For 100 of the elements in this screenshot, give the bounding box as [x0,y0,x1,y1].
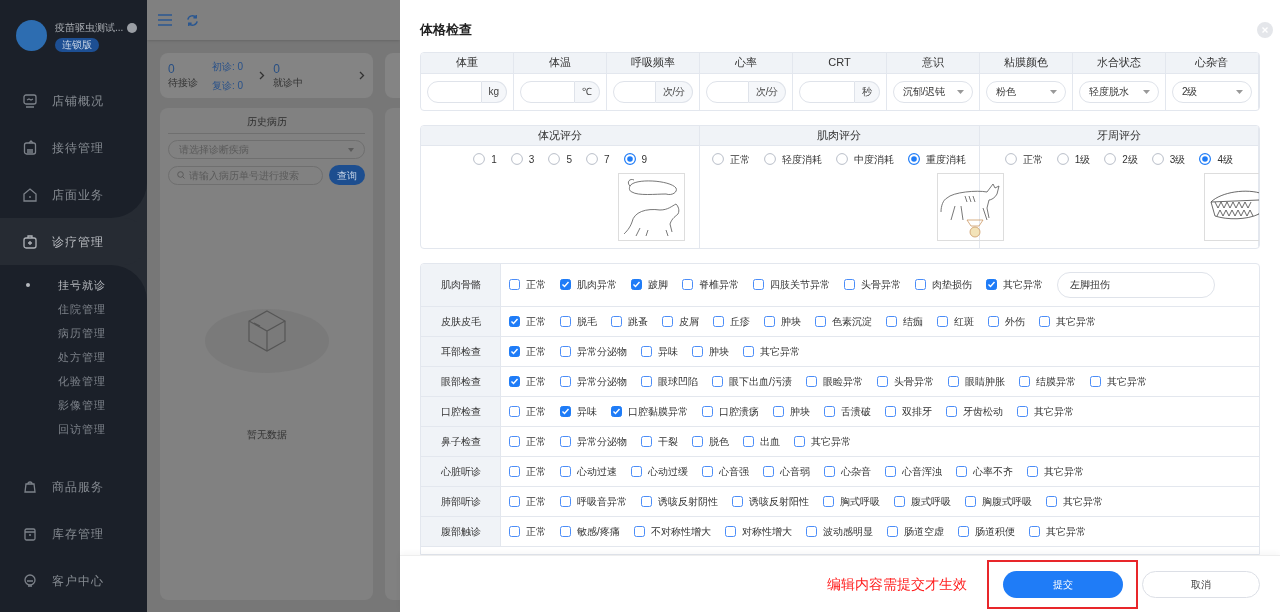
checkbox[interactable] [773,405,784,417]
option-label[interactable]: 正常 [526,463,546,479]
option-label[interactable]: 口腔溃疡 [719,403,759,419]
checkbox[interactable] [965,495,976,507]
checkbox[interactable] [1046,495,1057,507]
sidebar-item[interactable]: 店铺概况 [0,77,147,124]
checkbox[interactable] [509,405,520,417]
checkbox[interactable] [692,435,703,447]
option-label[interactable]: 腹式呼吸 [911,493,951,509]
checkbox[interactable] [509,525,520,537]
checkbox[interactable] [641,495,652,507]
option-label[interactable]: 肉垫损伤 [932,277,972,292]
sidebar-item[interactable]: 客户中心 [0,557,147,604]
option-label[interactable]: 干裂 [658,433,678,449]
checkbox[interactable] [957,525,969,537]
submenu-item[interactable]: 病历管理 [0,321,147,345]
radio-button[interactable] [585,153,598,165]
option-label[interactable]: 胸腹式呼吸 [982,493,1032,509]
checkbox[interactable] [641,375,652,387]
checkbox[interactable] [692,345,703,357]
option-label[interactable]: 其它异常 [1056,313,1096,329]
checkbox[interactable] [713,315,724,327]
checkbox[interactable] [509,495,520,507]
chevron-icon[interactable] [359,71,365,80]
option-label[interactable]: 对称性增大 [741,523,792,539]
option-label[interactable]: 不对称性增大 [650,523,711,539]
option-label[interactable]: 正常 [526,373,546,389]
option-label[interactable]: 其它异常 [1045,523,1086,539]
number-input-field[interactable] [613,80,656,103]
option-label[interactable]: 异味 [658,343,678,359]
option-label[interactable]: 胸式呼吸 [840,493,880,509]
checkbox[interactable] [743,435,754,447]
checkbox[interactable] [560,279,571,290]
option-label[interactable]: 其它异常 [760,343,800,359]
checkbox[interactable] [794,435,805,447]
checkbox[interactable] [894,495,905,507]
checkbox[interactable] [712,375,723,387]
checkbox[interactable] [732,495,743,507]
option-label[interactable]: 异味 [577,403,597,419]
option-label[interactable]: 呼吸音异常 [577,493,627,509]
checkbox[interactable] [509,279,520,290]
option-label[interactable]: 四肢关节异常 [770,277,830,292]
radio-button[interactable] [510,153,523,165]
radio-button[interactable] [623,153,636,165]
option-label[interactable]: 7 [603,151,610,167]
submenu-item[interactable]: 影像管理 [0,393,147,417]
checkbox[interactable] [1089,375,1101,387]
option-label[interactable]: 头骨异常 [893,373,934,389]
option-label[interactable]: 正常 [526,277,546,292]
option-label[interactable]: 头骨异常 [861,277,901,292]
option-label[interactable]: 其它异常 [1034,403,1074,419]
checkbox[interactable] [509,345,520,357]
option-label[interactable]: 其它异常 [1003,277,1043,292]
option-label[interactable]: 正常 [526,403,546,419]
radio-button[interactable] [836,153,849,165]
option-label[interactable]: 脊椎异常 [699,277,739,292]
checkbox[interactable] [815,315,826,327]
option-label[interactable]: 诱咳反射阳性 [749,493,809,509]
option-label[interactable]: 眼睑异常 [822,373,863,389]
option-label[interactable]: 其它异常 [811,433,851,449]
checkbox[interactable] [560,375,571,387]
checkbox[interactable] [937,315,948,327]
submenu-item[interactable]: 化验管理 [0,369,147,393]
radio-button[interactable] [1199,153,1212,165]
checkbox[interactable] [1027,465,1038,477]
query-button[interactable]: 查询 [329,165,365,185]
option-label[interactable]: 波动感明显 [822,523,873,539]
option-label[interactable]: 丘疹 [730,313,750,329]
checkbox[interactable] [702,405,713,417]
option-label[interactable]: 3级 [1169,151,1186,167]
option-label[interactable]: 正常 [526,313,546,329]
radio-button[interactable] [473,153,486,165]
option-label[interactable]: 肠道积便 [974,523,1015,539]
checkbox[interactable] [947,375,959,387]
option-label[interactable]: 1级 [1074,151,1091,167]
checkbox[interactable] [885,405,896,417]
checkbox[interactable] [824,405,835,417]
submit-button[interactable]: 提交 [1002,570,1123,598]
checkbox[interactable] [560,405,571,417]
checkbox[interactable] [509,375,520,387]
option-label[interactable]: 外伤 [1005,313,1025,329]
option-label[interactable]: 4级 [1217,151,1233,167]
option-label[interactable]: 心音浑浊 [902,463,942,479]
checkbox[interactable] [641,435,652,447]
checkbox[interactable] [611,405,622,417]
checkbox[interactable] [986,279,997,290]
submenu-item[interactable]: 住院管理 [0,297,147,321]
checkbox[interactable] [724,525,736,537]
option-label[interactable]: 跳蚤 [628,313,648,329]
sidebar-item[interactable]: 接待管理 [0,124,147,171]
option-label[interactable]: 心杂音 [841,463,871,479]
checkbox[interactable] [956,465,967,477]
option-label[interactable]: 2级 [1122,151,1138,167]
checkbox[interactable] [805,525,817,537]
checkbox[interactable] [1039,315,1050,327]
checkbox[interactable] [509,465,520,477]
checkbox[interactable] [1028,525,1040,537]
dropdown-icon[interactable] [127,22,138,33]
checkbox[interactable] [633,525,645,537]
option-label[interactable]: 敏感/疼痛 [577,523,620,539]
